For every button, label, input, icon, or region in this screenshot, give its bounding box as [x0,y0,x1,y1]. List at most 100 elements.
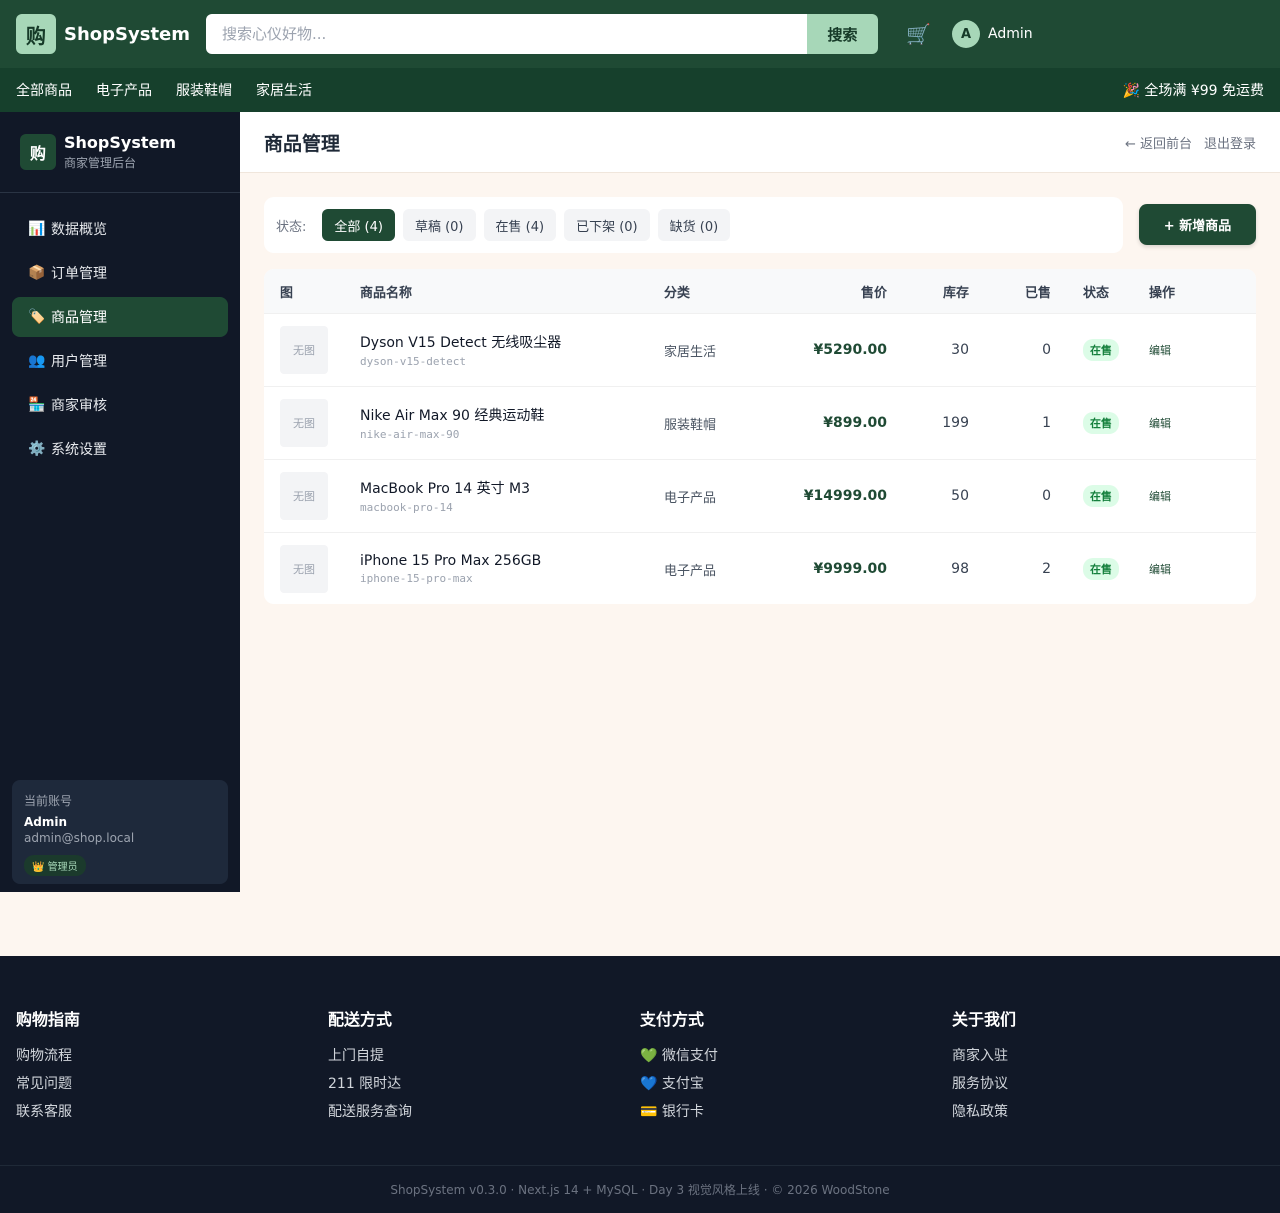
product-slug: macbook-pro-14 [360,501,453,514]
users-icon: 👥 [28,353,46,369]
image-placeholder: 无图 [280,472,328,520]
footer-column-guide: 购物指南 购物流程 常见问题 联系客服 [16,1006,328,1165]
account-card: 当前账号 Admin admin@shop.local 👑 管理员 [12,780,228,884]
user-menu[interactable]: A Admin [952,20,1033,48]
back-to-store-link[interactable]: ← 返回前台 [1125,133,1192,152]
username[interactable]: Admin [988,26,1033,42]
edit-link[interactable]: 编辑 [1149,417,1171,430]
site-footer: 购物指南 购物流程 常见问题 联系客服 配送方式 上门自提 211 限时达 配送… [0,956,1280,1213]
product-price: ¥5290.00 [813,342,887,358]
footer-column-title: 配送方式 [328,1010,393,1029]
add-product-button[interactable]: + 新增商品 [1139,204,1256,245]
sidebar-subtitle: 商家管理后台 [64,156,137,170]
image-placeholder: 无图 [280,326,328,374]
footer-column-delivery: 配送方式 上门自提 211 限时达 配送服务查询 [328,1006,640,1165]
category-electronics[interactable]: 电子产品 [96,80,152,100]
footer-column-title: 关于我们 [952,1010,1017,1029]
footer-link[interactable]: 商家入驻 [952,1042,1264,1070]
admin-sidebar: 购 ShopSystem 商家管理后台 📊 数据概览 📦 订单管理 🏷️ 商品管… [0,112,240,892]
product-category: 电子产品 [664,490,717,506]
page-header: 商品管理 ← 返回前台 退出登录 [240,112,1280,173]
search-button[interactable]: 搜索 [807,14,879,54]
footer-link[interactable]: 💙 支付宝 [640,1070,952,1098]
filter-on-sale[interactable]: 在售 (4) [483,209,557,241]
sidebar-item-orders[interactable]: 📦 订单管理 [12,253,228,293]
search-input[interactable] [206,14,808,54]
footer-link[interactable]: 服务协议 [952,1070,1264,1098]
filter-all[interactable]: 全部 (4) [322,209,395,241]
product-stock: 30 [951,342,969,358]
footer-link[interactable]: 购物流程 [16,1042,328,1070]
status-filter-bar: 状态: 全部 (4) 草稿 (0) 在售 (4) 已下架 (0) 缺货 (0) [264,197,1123,253]
footer-link[interactable]: 联系客服 [16,1098,328,1126]
product-slug: nike-air-max-90 [360,428,460,441]
category-all[interactable]: 全部商品 [16,80,72,100]
sidebar-item-label: 用户管理 [51,354,107,370]
footer-link[interactable]: 隐私政策 [952,1098,1264,1126]
footer-link[interactable]: 配送服务查询 [328,1098,640,1126]
product-table: 图 商品名称 分类 售价 库存 已售 状态 操作 无图 Dyson V15 De… [264,269,1256,604]
product-price: ¥14999.00 [803,488,887,504]
account-email: admin@shop.local [24,831,135,845]
footer-column-title: 支付方式 [640,1010,705,1029]
image-placeholder: 无图 [280,399,328,447]
footer-link[interactable]: 211 限时达 [328,1070,640,1098]
product-stock: 98 [951,561,969,577]
filter-label: 状态: [276,219,307,235]
footer-link[interactable]: 上门自提 [328,1042,640,1070]
product-stock: 199 [942,415,969,431]
sidebar-item-products[interactable]: 🏷️ 商品管理 [12,297,228,337]
column-header-image: 图 [280,285,294,301]
product-name: MacBook Pro 14 英寸 M3 [360,481,531,497]
status-badge: 在售 [1083,485,1119,507]
store-icon: 🏪 [28,397,46,413]
filter-out-of-stock[interactable]: 缺货 (0) [657,209,731,241]
cart-icon[interactable]: 🛒 [906,22,931,46]
product-sold: 0 [1042,342,1051,358]
chart-icon: 📊 [28,221,46,237]
product-name: Dyson V15 Detect 无线吸尘器 [360,335,562,351]
footer-link[interactable]: 💚 微信支付 [640,1042,952,1070]
logo-icon[interactable]: 购 [16,14,56,54]
footer-column-title: 购物指南 [16,1010,81,1029]
product-category: 电子产品 [664,563,717,579]
role-badge: 👑 管理员 [24,855,86,876]
avatar[interactable]: A [952,20,981,48]
sidebar-logo-icon: 购 [20,134,56,170]
footer-link[interactable]: 💳 银行卡 [640,1098,952,1126]
product-stock: 50 [951,488,969,504]
search-bar: 搜索 [206,14,879,54]
filter-off-shelf[interactable]: 已下架 (0) [564,209,650,241]
category-apparel[interactable]: 服装鞋帽 [176,80,232,100]
sidebar-item-merchant-review[interactable]: 🏪 商家审核 [12,385,228,425]
top-header: 购 ShopSystem 搜索 🛒 A Admin [0,0,1280,68]
edit-link[interactable]: 编辑 [1149,344,1171,357]
product-price: ¥899.00 [823,415,887,431]
image-placeholder: 无图 [280,545,328,593]
sidebar-menu: 📊 数据概览 📦 订单管理 🏷️ 商品管理 👥 用户管理 🏪 商家审核 ⚙️ 系… [0,193,240,469]
sidebar-item-label: 系统设置 [51,442,107,458]
table-row: 无图 MacBook Pro 14 英寸 M3 macbook-pro-14 电… [264,459,1256,532]
table-row: 无图 iPhone 15 Pro Max 256GB iphone-15-pro… [264,532,1256,604]
column-header-status: 状态 [1083,285,1110,301]
logout-link[interactable]: 退出登录 [1204,133,1256,152]
column-header-stock: 库存 [942,285,969,301]
sidebar-item-settings[interactable]: ⚙️ 系统设置 [12,429,228,469]
footer-link[interactable]: 常见问题 [16,1070,328,1098]
sidebar-header: 购 ShopSystem 商家管理后台 [0,112,240,193]
product-slug: iphone-15-pro-max [360,572,473,585]
category-nav: 全部商品 电子产品 服装鞋帽 家居生活 🎉 全场满 ¥99 免运费 [0,68,1280,112]
sidebar-item-label: 商家审核 [51,398,107,414]
filter-draft[interactable]: 草稿 (0) [402,209,476,241]
status-badge: 在售 [1083,412,1119,434]
product-name: iPhone 15 Pro Max 256GB [360,553,542,569]
brand-name[interactable]: ShopSystem [64,24,190,45]
table-row: 无图 Dyson V15 Detect 无线吸尘器 dyson-v15-dete… [264,313,1256,386]
category-home[interactable]: 家居生活 [256,80,312,100]
edit-link[interactable]: 编辑 [1149,563,1171,576]
sidebar-item-users[interactable]: 👥 用户管理 [12,341,228,381]
package-icon: 📦 [28,265,46,281]
edit-link[interactable]: 编辑 [1149,490,1171,503]
sidebar-item-dashboard[interactable]: 📊 数据概览 [12,209,228,249]
sidebar-item-label: 数据概览 [51,222,107,238]
